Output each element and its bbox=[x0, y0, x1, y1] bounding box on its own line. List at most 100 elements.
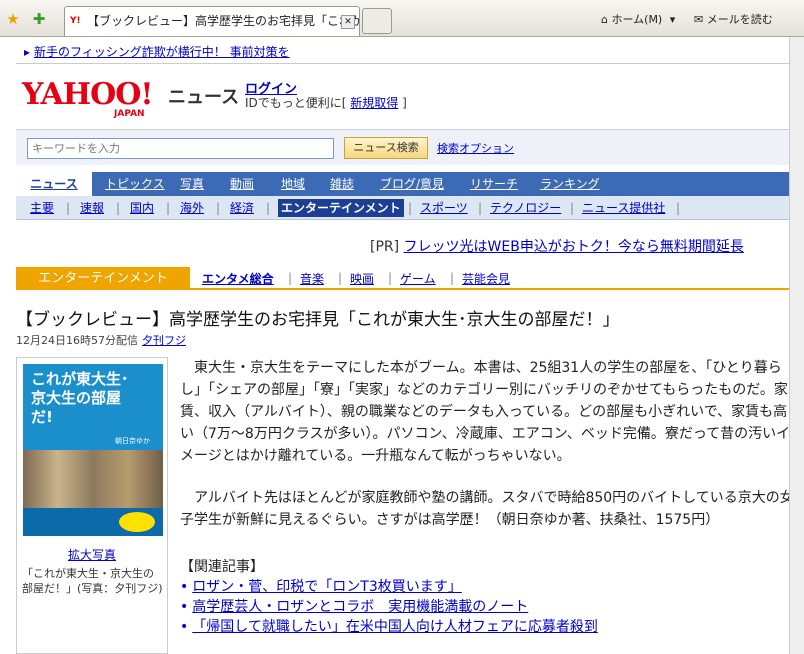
yahoo-logo[interactable]: YAHOO! JAPAN bbox=[22, 77, 162, 119]
subnav-entertainment[interactable]: エンターテインメント bbox=[278, 199, 404, 217]
category-tabs: エンターテインメント エンタメ総合 | 音楽 | 映画 | ゲーム | 芸能会見 bbox=[16, 267, 804, 290]
bullet-icon: ▸ bbox=[24, 45, 31, 59]
sub-nav: 主要 | 速報 | 国内 | 海外 | 経済 | エンターテインメント | スポ… bbox=[16, 196, 804, 220]
pr-link[interactable]: フレッツ光はWEB申込がおトク！今なら無料期間延長 bbox=[404, 239, 744, 255]
bullet-icon: • bbox=[180, 619, 189, 635]
nav-ranking[interactable]: ランキング bbox=[540, 172, 600, 196]
cat-entame[interactable]: エンタメ総合 bbox=[202, 270, 274, 287]
separator: | bbox=[676, 201, 681, 215]
related-link[interactable]: 「帰国して就職したい」在米中国人向け人材フェアに応募者殺到 bbox=[192, 619, 598, 635]
mail-icon: ✉ bbox=[694, 13, 704, 26]
separator: | bbox=[266, 201, 271, 215]
separator: | bbox=[570, 201, 575, 215]
cover-badge bbox=[119, 512, 155, 532]
tab-title: 【ブックレビュー】高学歴学生のお宅拝見「これが東大生… bbox=[87, 14, 359, 28]
separator: | bbox=[408, 201, 413, 215]
separator: | bbox=[166, 201, 171, 215]
nav-video[interactable]: 動画 bbox=[230, 172, 254, 196]
id-line: IDでもっと便利に[ 新規取得 ] bbox=[245, 96, 407, 110]
subnav-technology[interactable]: テクノロジー bbox=[490, 199, 561, 217]
tab-close-icon[interactable]: ✕ bbox=[341, 15, 355, 29]
new-tab-button[interactable] bbox=[362, 8, 392, 34]
search-options-link[interactable]: 検索オプション bbox=[437, 140, 514, 156]
related-articles: 【関連記事】 • ロザン・菅、印税で「ロンT3枚買います」 • 高学歴芸人・ロザンと… bbox=[180, 557, 800, 637]
subnav-sports[interactable]: スポーツ bbox=[420, 199, 468, 217]
cat-music[interactable]: 音楽 bbox=[300, 270, 324, 287]
add-favorite-icon[interactable]: ✚ bbox=[30, 10, 48, 28]
book-cover-image[interactable]: これが東大生･京大生の部屋だ! 朝日奈ゆか bbox=[23, 364, 163, 536]
mail-label: メールを読む bbox=[706, 13, 773, 26]
separator: | bbox=[388, 271, 393, 285]
site-name: ニュース bbox=[168, 87, 240, 108]
register-link[interactable]: 新規取得 bbox=[350, 96, 398, 110]
article-paragraph-1: 東大生・京大生をテーマにした本がブーム。本書は、25組31人の学生の部屋を、「ひ… bbox=[180, 360, 791, 464]
read-mail-button[interactable]: ✉ メールを読む bbox=[694, 11, 773, 27]
separator: | bbox=[338, 271, 343, 285]
enlarge-photo-link[interactable]: 拡大写真 bbox=[17, 546, 167, 563]
phishing-alert-link[interactable]: 新手のフィッシング詐欺が横行中！ 事前対策を bbox=[34, 45, 290, 59]
pr-ad: [PR] フレッツ光はWEB申込がおトク！今なら無料期間延長 bbox=[370, 236, 744, 256]
alert-bar: ▸ 新手のフィッシング詐欺が横行中！ 事前対策を bbox=[24, 43, 290, 60]
bullet-icon: • bbox=[180, 599, 189, 615]
nav-magazine[interactable]: 雑誌 bbox=[330, 172, 354, 196]
nav-local[interactable]: 地域 bbox=[281, 172, 305, 196]
separator: | bbox=[450, 271, 455, 285]
home-button[interactable]: ⌂ ホーム(M) ▾ bbox=[601, 11, 675, 27]
favorites-star-icon[interactable]: ★ bbox=[4, 10, 22, 28]
home-icon: ⌂ bbox=[601, 13, 608, 26]
related-link[interactable]: ロザン・菅、印税で「ロンT3枚買います」 bbox=[192, 579, 461, 595]
category-label: エンターテインメント bbox=[16, 267, 190, 290]
article-body: 東大生・京大生をテーマにした本がブーム。本書は、25組31人の学生の部屋を、「ひ… bbox=[180, 357, 800, 531]
cover-author: 朝日奈ゆか bbox=[115, 437, 150, 445]
related-item: • 「帰国して就職したい」在米中国人向け人材フェアに応募者殺到 bbox=[180, 617, 800, 637]
cat-games[interactable]: ゲーム bbox=[400, 270, 436, 287]
article-headline: 【ブックレビュー】高学歴学生のお宅拝見「これが東大生･京大生の部屋だ！」 bbox=[16, 310, 620, 330]
nav-photos[interactable]: 写真 bbox=[180, 172, 204, 196]
yahoo-favicon-icon: Y! bbox=[70, 16, 81, 26]
subnav-providers[interactable]: ニュース提供社 bbox=[582, 199, 665, 217]
separator: | bbox=[216, 201, 221, 215]
subnav-world[interactable]: 海外 bbox=[180, 199, 204, 217]
nav-blog[interactable]: ブログ/意見 bbox=[380, 172, 444, 196]
article-dateline: 12月24日16時57分配信 夕刊フジ bbox=[16, 332, 186, 348]
cat-press[interactable]: 芸能会見 bbox=[462, 270, 510, 287]
nav-news[interactable]: ニュース bbox=[16, 172, 92, 196]
photo-caption: 「これが東大生・京大生の部屋だ！」(写真：夕刊フジ) bbox=[22, 567, 163, 595]
bullet-icon: • bbox=[180, 579, 189, 595]
search-bar: ニュース検索 検索オプション bbox=[16, 129, 804, 165]
related-item: • 高学歴芸人・ロザンとコラボ 実用機能満載のノート bbox=[180, 597, 800, 617]
related-link[interactable]: 高学歴芸人・ロザンとコラボ 実用機能満載のノート bbox=[192, 599, 528, 615]
separator: | bbox=[288, 271, 293, 285]
subnav-domestic[interactable]: 国内 bbox=[130, 199, 154, 217]
vertical-scrollbar[interactable] bbox=[789, 37, 804, 654]
subnav-breaking[interactable]: 速報 bbox=[80, 199, 104, 217]
nav-research[interactable]: リサーチ bbox=[470, 172, 518, 196]
photo-box: これが東大生･京大生の部屋だ! 朝日奈ゆか 拡大写真 「これが東大生・京大生の部… bbox=[16, 357, 168, 654]
main-nav: ニュース トピックス 写真 動画 地域 雑誌 ブログ/意見 リサーチ ランキング bbox=[16, 172, 804, 196]
article-paragraph-2: アルバイト先はほとんどが家庭教師や塾の講師。スタバで時給850円のバイトしている… bbox=[180, 490, 794, 528]
subnav-economy[interactable]: 経済 bbox=[230, 199, 254, 217]
search-input[interactable] bbox=[27, 138, 334, 159]
article-source-link[interactable]: 夕刊フジ bbox=[142, 334, 186, 347]
cat-movies[interactable]: 映画 bbox=[350, 270, 374, 287]
news-search-button[interactable]: ニュース検索 bbox=[344, 137, 428, 159]
separator: | bbox=[478, 201, 483, 215]
logo-text: YAHOO! bbox=[22, 77, 154, 112]
id-prefix: IDでもっと便利に bbox=[245, 96, 342, 110]
home-label: ホーム(M) bbox=[611, 13, 663, 26]
separator: | bbox=[116, 201, 121, 215]
page: ▸ 新手のフィッシング詐欺が横行中！ 事前対策を YAHOO! JAPAN ニュー… bbox=[0, 37, 804, 654]
divider bbox=[16, 63, 804, 64]
browser-tab[interactable]: Y! 【ブックレビュー】高学歴学生のお宅拝見「これが東大生… ✕ bbox=[64, 6, 360, 36]
pr-tag: [PR] bbox=[370, 239, 400, 255]
separator: | bbox=[66, 201, 71, 215]
nav-topics[interactable]: トピックス bbox=[105, 172, 165, 196]
browser-toolbar: ★ ✚ Y! 【ブックレビュー】高学歴学生のお宅拝見「これが東大生… ✕ ⌂ ホ… bbox=[0, 0, 804, 37]
cover-title: これが東大生･京大生の部屋だ! bbox=[31, 370, 129, 426]
chevron-down-icon[interactable]: ▾ bbox=[670, 13, 676, 26]
cover-photos bbox=[23, 450, 163, 508]
subnav-main[interactable]: 主要 bbox=[30, 199, 54, 217]
article-date: 12月24日16時57分配信 bbox=[16, 334, 138, 347]
logo-sub: JAPAN bbox=[114, 109, 145, 119]
related-heading: 【関連記事】 bbox=[180, 559, 264, 575]
